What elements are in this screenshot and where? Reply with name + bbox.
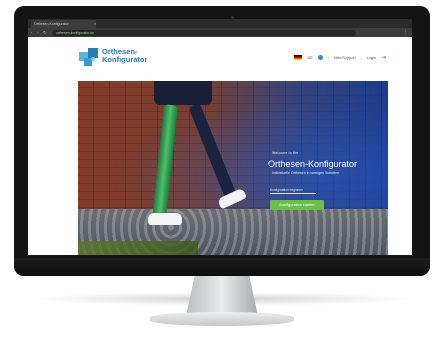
- hero-banner: Welcome to the Orthesen-Konfigurator Ind…: [78, 81, 388, 255]
- separator-2: |: [360, 55, 362, 60]
- start-configuration-button[interactable]: Konfiguration starten: [270, 200, 324, 210]
- person-skirt: [154, 81, 212, 105]
- logo-line-2: Konfigurator: [102, 55, 148, 64]
- language-dropdown-icon[interactable]: [317, 55, 323, 60]
- tab-bar: Orthesen-Konfigurator ×: [28, 19, 412, 28]
- forward-icon[interactable]: ›: [37, 29, 39, 36]
- hero-kicker: Welcome to the: [272, 151, 299, 155]
- grass-patch: [78, 241, 198, 255]
- site-header: Orthesen- Konfigurator DE | Hilfe/Suppor…: [28, 37, 412, 81]
- screen: Orthesen-Konfigurator × ‹ › ↻ orthesen-k…: [28, 19, 412, 255]
- separator: |: [327, 55, 329, 60]
- monitor-stand-neck: [186, 276, 258, 316]
- puzzle-logo-icon[interactable]: [78, 46, 100, 68]
- url-bar: ‹ › ↻ orthesen-konfigurator.de ⋮: [28, 28, 412, 37]
- language-label[interactable]: DE: [307, 56, 312, 60]
- login-icon[interactable]: ⇥: [381, 54, 386, 61]
- monitor-chin: [14, 258, 430, 276]
- sneaker-left: [148, 213, 182, 225]
- header-actions: DE | Hilfe/Support | Login ⇥: [294, 54, 386, 61]
- login-link[interactable]: Login: [367, 56, 376, 60]
- hero-start-field[interactable]: Konfiguration beginnen: [270, 188, 316, 194]
- support-link[interactable]: Hilfe/Support: [334, 56, 356, 60]
- hero-subtitle: Individuelle Orthesen in wenigen Schritt…: [272, 171, 340, 175]
- hero-title: Orthesen-Konfigurator: [268, 159, 358, 169]
- browser-tab[interactable]: Orthesen-Konfigurator: [31, 20, 96, 28]
- address-input[interactable]: orthesen-konfigurator.de: [52, 29, 356, 36]
- tab-close-icon[interactable]: ×: [94, 20, 96, 28]
- monitor-stand-base: [150, 312, 294, 326]
- menu-icon[interactable]: ⋮: [403, 29, 408, 36]
- reload-icon[interactable]: ↻: [43, 29, 47, 36]
- german-flag-icon[interactable]: [294, 55, 303, 60]
- logo-wordmark[interactable]: Orthesen- Konfigurator: [102, 48, 147, 64]
- back-icon[interactable]: ‹: [31, 29, 33, 36]
